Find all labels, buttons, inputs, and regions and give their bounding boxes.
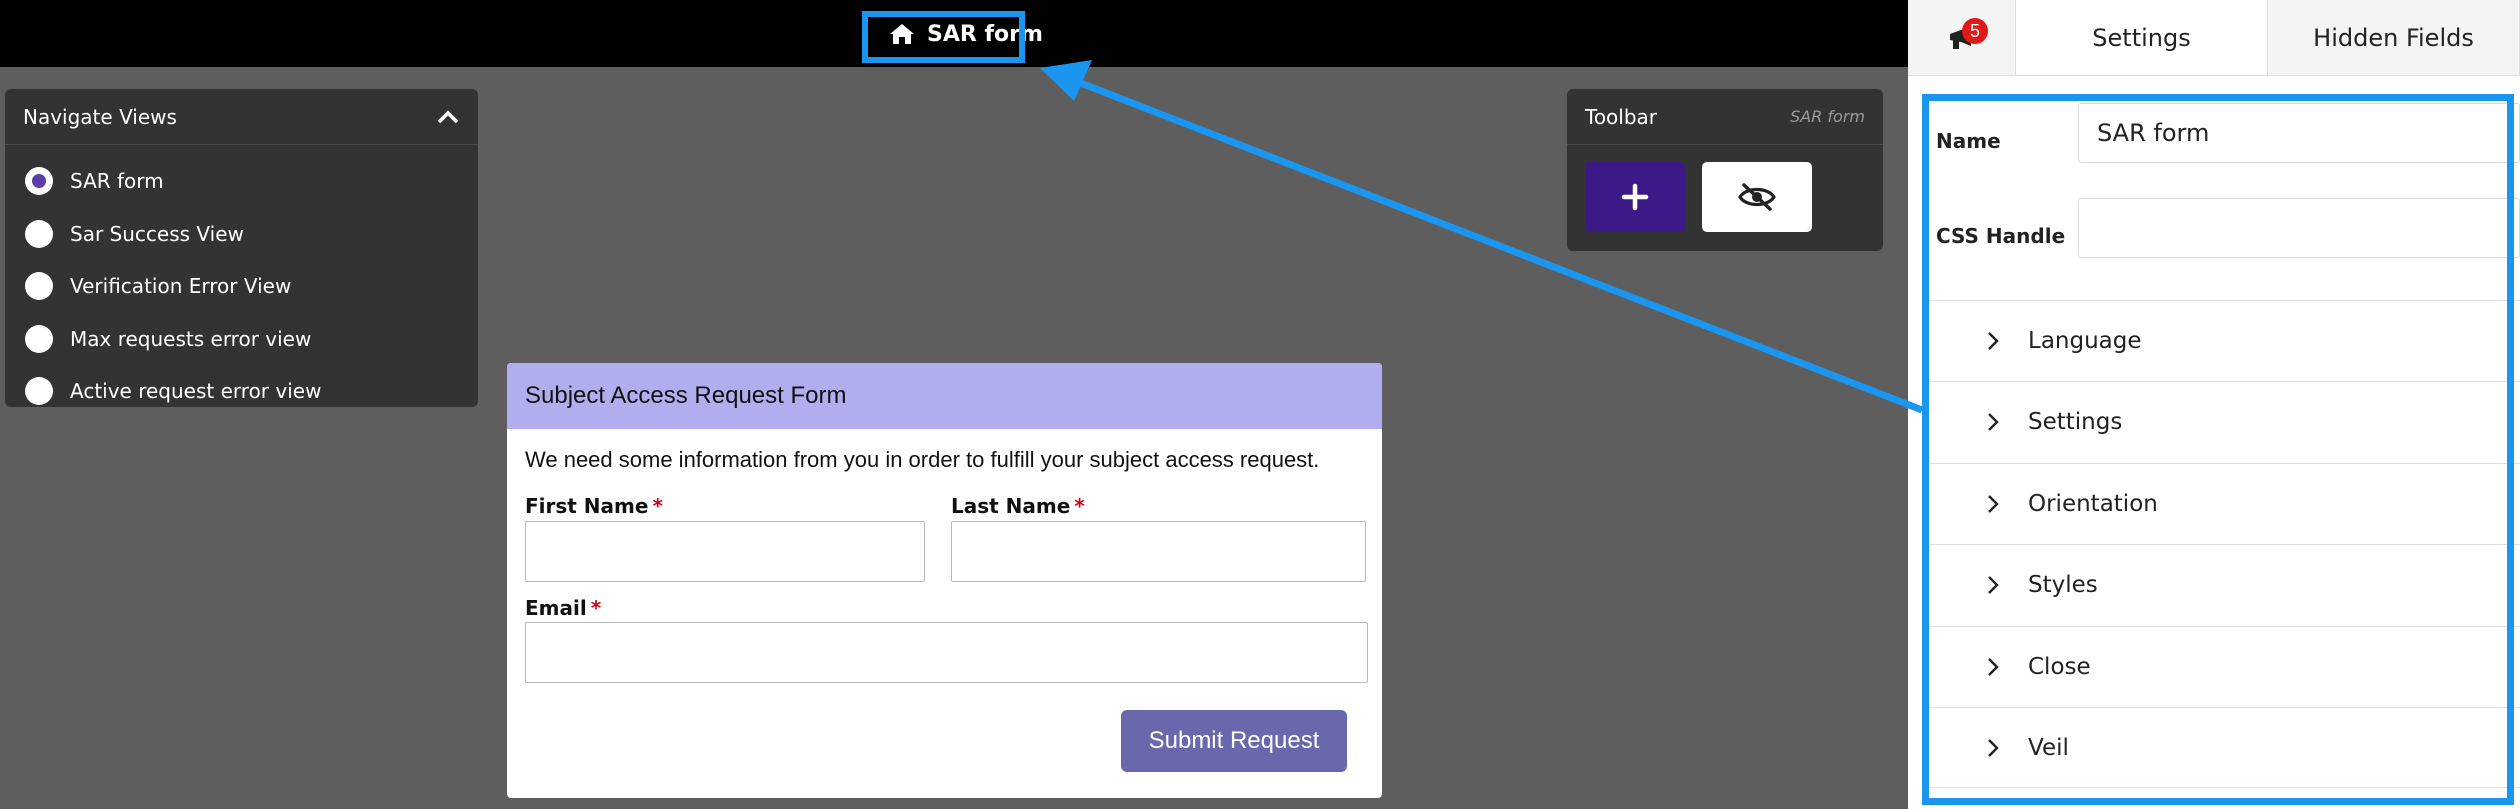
email-label: Email * [525, 596, 601, 620]
view-item-sar-success[interactable]: Sar Success View [5, 208, 478, 261]
css-handle-label: CSS Handle [1936, 224, 2066, 248]
view-item-active-request-error[interactable]: Active request error view [5, 365, 478, 407]
chevron-right-icon [1988, 495, 1999, 513]
notification-count-badge: 5 [1962, 18, 1988, 44]
sar-form-preview: Subject Access Request Form We need some… [507, 363, 1382, 798]
section-label: Styles [2028, 572, 2098, 598]
tab-notifications[interactable]: 5 [1908, 0, 2016, 75]
name-field[interactable] [2078, 103, 2520, 163]
view-list: SAR form Sar Success View Verification E… [5, 145, 478, 407]
view-item-label: Max requests error view [70, 326, 312, 351]
last-name-input[interactable] [951, 521, 1366, 582]
required-mark: * [652, 494, 663, 518]
home-icon [890, 24, 914, 44]
view-item-verification-error[interactable]: Verification Error View [5, 260, 478, 313]
first-name-input[interactable] [525, 521, 925, 582]
toolbar-title: Toolbar [1585, 104, 1658, 129]
view-item-label: Active request error view [70, 379, 322, 404]
section-orientation[interactable]: Orientation [1926, 463, 2520, 544]
section-label: Veil [2028, 734, 2069, 761]
chevron-right-icon [1988, 576, 1999, 594]
section-label: Language [2028, 328, 2142, 354]
section-label: Orientation [2028, 491, 2158, 517]
settings-sidebar: 5 Settings Hidden Fields Name CSS Handle… [1908, 0, 2520, 809]
eye-off-icon [1738, 183, 1776, 211]
section-close[interactable]: Close [1926, 626, 2520, 707]
last-name-label: Last Name * [951, 494, 1085, 518]
toolbar-subtitle: SAR form [1790, 107, 1865, 126]
email-input[interactable] [525, 622, 1368, 683]
section-styles[interactable]: Styles [1926, 544, 2520, 625]
chevron-right-icon [1988, 738, 1999, 757]
radio-unselected[interactable] [25, 272, 53, 301]
section-settings[interactable]: Settings [1926, 381, 2520, 462]
top-bar: SAR form [0, 0, 1908, 67]
navigate-views-panel: Navigate Views SAR form Sar Success View… [5, 89, 478, 407]
last-name-label-text: Last Name [951, 494, 1071, 518]
first-name-label-text: First Name [525, 494, 649, 518]
view-item-max-requests-error[interactable]: Max requests error view [5, 313, 478, 366]
current-view-title[interactable]: SAR form [875, 12, 1057, 56]
add-element-button[interactable] [1585, 162, 1685, 232]
view-item-sar-form[interactable]: SAR form [5, 155, 478, 208]
chevron-right-icon [1988, 658, 1999, 676]
section-label: Close [2028, 654, 2091, 680]
tab-settings[interactable]: Settings [2016, 0, 2268, 75]
email-label-text: Email [525, 596, 587, 620]
tab-hidden-fields[interactable]: Hidden Fields [2268, 0, 2520, 75]
radio-unselected[interactable] [25, 219, 53, 248]
navigate-views-title: Navigate Views [23, 104, 177, 129]
form-heading: Subject Access Request Form [507, 363, 1382, 429]
required-mark: * [590, 596, 602, 620]
view-item-label: SAR form [70, 169, 164, 194]
plus-icon [1621, 183, 1649, 211]
chevron-up-icon[interactable] [434, 103, 462, 131]
submit-request-button[interactable]: Submit Request [1121, 710, 1347, 772]
required-mark: * [1074, 494, 1085, 518]
css-handle-field[interactable] [2078, 198, 2520, 258]
navigate-views-header[interactable]: Navigate Views [5, 89, 478, 145]
view-item-label: Verification Error View [70, 274, 292, 299]
radio-unselected[interactable] [25, 324, 53, 353]
view-item-label: Sar Success View [70, 221, 244, 246]
radio-selected[interactable] [25, 167, 53, 196]
form-intro-text: We need some information from you in ord… [525, 447, 1320, 472]
section-label: Settings [2028, 409, 2123, 435]
toggle-visibility-button[interactable] [1702, 162, 1812, 232]
chevron-right-icon [1988, 413, 1999, 431]
radio-unselected[interactable] [25, 377, 53, 406]
sidebar-tabs: 5 Settings Hidden Fields [1908, 0, 2520, 76]
name-field-label: Name [1936, 129, 2001, 153]
toolbar-header: Toolbar SAR form [1567, 89, 1883, 145]
toolbar-panel: Toolbar SAR form [1567, 89, 1883, 251]
section-language[interactable]: Language [1926, 300, 2520, 381]
view-title-label: SAR form [927, 21, 1043, 47]
section-veil[interactable]: Veil [1926, 707, 2520, 788]
chevron-right-icon [1988, 332, 1999, 350]
first-name-label: First Name * [525, 494, 663, 518]
